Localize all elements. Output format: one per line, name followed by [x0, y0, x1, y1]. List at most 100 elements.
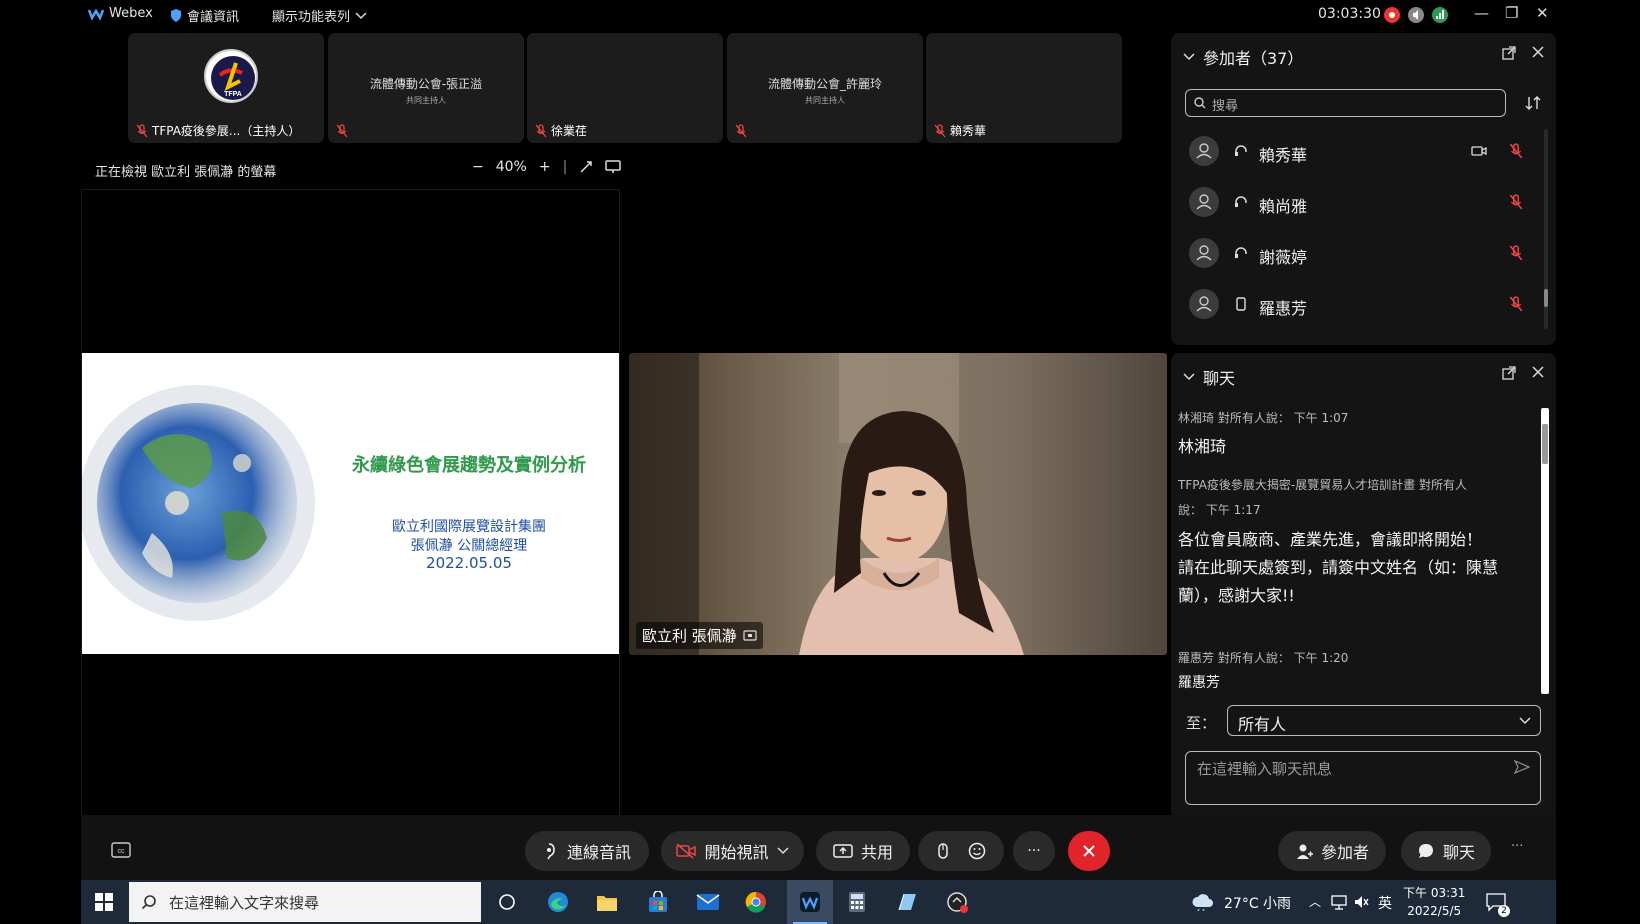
participant-row[interactable]: 賴尚雅 [1189, 185, 1539, 221]
chat-recipient-value: 所有人 [1238, 715, 1287, 734]
title-bar: Webex 會議資訊 顯示功能表列 03:03:30 — ❐ ✕ [0, 0, 1640, 30]
share-button[interactable]: 共用 [816, 831, 910, 871]
chevron-down-icon[interactable] [776, 847, 789, 855]
zoom-controls: − 40% + | [472, 159, 622, 175]
mail-icon[interactable] [696, 893, 720, 911]
participants-button[interactable]: 參加者 [1278, 831, 1386, 871]
slide-company: 歐立利國際展覽設計集團 [392, 519, 546, 535]
share-screen-icon [833, 844, 853, 858]
calculator-icon[interactable] [848, 891, 866, 913]
notes-app-icon[interactable] [896, 892, 918, 912]
more-options-button[interactable]: ··· [1013, 831, 1055, 871]
muted-mic-icon[interactable] [1509, 143, 1523, 159]
muted-mic-icon[interactable] [1509, 194, 1523, 210]
file-explorer-icon[interactable] [596, 892, 618, 912]
phone-icon [1236, 297, 1246, 311]
avatar [1189, 238, 1219, 268]
leave-meeting-button[interactable] [1068, 831, 1110, 871]
close-icon[interactable]: ✕ [1536, 4, 1549, 22]
chat-message-meta: 林湘琦 對所有人說： 下午 1:07 [1178, 411, 1349, 425]
participant-name: 徐業荏 [551, 124, 588, 138]
webex-app-label: Webex [88, 6, 153, 21]
signal-icon[interactable] [1432, 7, 1448, 23]
zoom-out-button[interactable]: − [472, 159, 484, 175]
overflow-menu-button[interactable]: ··· [1511, 839, 1523, 854]
speaker-video[interactable]: 歐立利 張佩瀞 [629, 353, 1167, 655]
webex-taskbar-app[interactable] [787, 880, 833, 924]
zoom-in-button[interactable]: + [539, 159, 551, 175]
screen-view-icon[interactable] [605, 160, 622, 174]
edge-browser-icon[interactable] [547, 891, 569, 913]
person-icon [1196, 296, 1212, 312]
restore-icon[interactable]: ❐ [1505, 4, 1518, 22]
store-icon[interactable] [647, 891, 669, 913]
participant-thumb[interactable]: 徐業荏 [527, 33, 723, 143]
chat-panel: 聊天 林湘琦 對所有人說： 下午 1:07 林湘琦 TFPA疫後參展大揭密-展覽… [1171, 353, 1556, 819]
raise-hand-icon[interactable] [936, 842, 950, 860]
weather-cloud-icon[interactable] [1191, 893, 1215, 911]
captions-icon[interactable]: cc [111, 842, 131, 858]
slide-title: 永續綠色會展趨勢及實例分析 [352, 455, 586, 476]
chat-messages: 林湘琦 對所有人說： 下午 1:07 林湘琦 TFPA疫後參展大揭密-展覽貿易人… [1171, 405, 1541, 695]
scrollbar-thumb[interactable] [1544, 289, 1548, 307]
windows-start-icon[interactable] [95, 893, 113, 911]
volume-muted-icon[interactable] [1353, 894, 1369, 910]
tfpa-logo: TFPA [204, 49, 258, 103]
chevron-down-icon [1183, 53, 1195, 61]
chat-bubble-icon [1418, 844, 1433, 858]
meeting-info-button[interactable]: 會議資訊 [170, 6, 239, 25]
annotate-icon[interactable] [579, 160, 593, 174]
muted-mic-icon[interactable] [1509, 296, 1523, 312]
sort-icon[interactable] [1525, 95, 1541, 111]
connect-audio-label: 連線音訊 [566, 843, 631, 862]
show-menu-button[interactable]: 顯示功能表列 [272, 6, 367, 25]
close-icon[interactable] [1532, 366, 1544, 378]
scrollbar-thumb[interactable] [1542, 424, 1548, 464]
chat-scrollbar[interactable] [1541, 408, 1549, 694]
taskbar-search-input[interactable]: 在這裡輸入文字來搜尋 [129, 882, 481, 922]
connect-audio-button[interactable]: 連線音訊 [525, 831, 649, 871]
chat-recipient-select[interactable]: 所有人 [1227, 705, 1541, 736]
participant-thumb[interactable]: TFPA TFPA疫後參展...（主持人） [128, 33, 324, 143]
participant-name: 謝薇婷 [1259, 248, 1308, 267]
clock[interactable]: 下午 03:31 2022/5/5 [1403, 884, 1465, 918]
popout-icon[interactable] [1502, 46, 1516, 60]
reactions-icon[interactable] [968, 842, 986, 860]
start-video-button[interactable]: 開始視訊 [661, 831, 804, 871]
participant-name: 賴秀華 [1259, 146, 1308, 165]
chat-message-text: 蘭），感謝大家!! [1178, 586, 1295, 605]
participant-search-input[interactable]: 搜尋 [1185, 89, 1506, 117]
participant-row[interactable]: 羅惠芳 [1189, 287, 1539, 323]
webex-taskbar-icon [800, 892, 820, 912]
network-icon[interactable] [1331, 894, 1347, 910]
task-view-icon[interactable] [498, 893, 516, 911]
timer-text: 03:03:30 [1318, 6, 1381, 22]
participant-thumb[interactable]: 流體傳動公會_許麗玲 共同主持人 [727, 33, 923, 143]
screen-recorder-icon[interactable] [946, 891, 970, 915]
sound-icon[interactable] [1408, 7, 1424, 23]
muted-mic-icon[interactable] [1509, 245, 1523, 261]
ime-indicator[interactable]: 英 [1378, 893, 1392, 913]
chat-button[interactable]: 聊天 [1401, 831, 1491, 871]
participants-panel-header[interactable]: 參加者（37） [1183, 45, 1303, 69]
popout-icon[interactable] [1502, 366, 1516, 380]
participant-row[interactable]: 謝薇婷 [1189, 236, 1539, 272]
meeting-info-label: 會議資訊 [187, 10, 240, 25]
record-icon[interactable] [1384, 7, 1400, 23]
windows-taskbar: 在這裡輸入文字來搜尋 27°C 小雨 ︿ 英 下午 03:31 2022/5/5… [81, 880, 1556, 924]
participant-thumb[interactable]: 流體傳動公會-張正溢 共同主持人 [328, 33, 524, 143]
chrome-browser-icon[interactable] [745, 891, 767, 913]
minimize-icon[interactable]: — [1474, 4, 1489, 22]
close-icon[interactable] [1532, 46, 1544, 58]
participants-panel: 參加者（37） 搜尋 賴秀華 賴尚雅 謝薇婷 羅惠芳 [1171, 33, 1556, 345]
weather-text[interactable]: 27°C 小雨 [1224, 893, 1291, 913]
chat-message-input[interactable]: 在這裡輸入聊天訊息 [1185, 751, 1541, 805]
tfpa-logo-graphic: TFPA [211, 56, 255, 100]
tray-chevron-up-icon[interactable]: ︿ [1309, 893, 1321, 910]
participant-thumb[interactable]: 賴秀華 [926, 33, 1122, 143]
chat-panel-header[interactable]: 聊天 [1183, 365, 1235, 389]
participants-scrollbar[interactable] [1544, 129, 1548, 329]
send-icon[interactable] [1514, 760, 1530, 774]
participant-row[interactable]: 賴秀華 [1189, 134, 1539, 170]
close-icon [1083, 845, 1095, 857]
